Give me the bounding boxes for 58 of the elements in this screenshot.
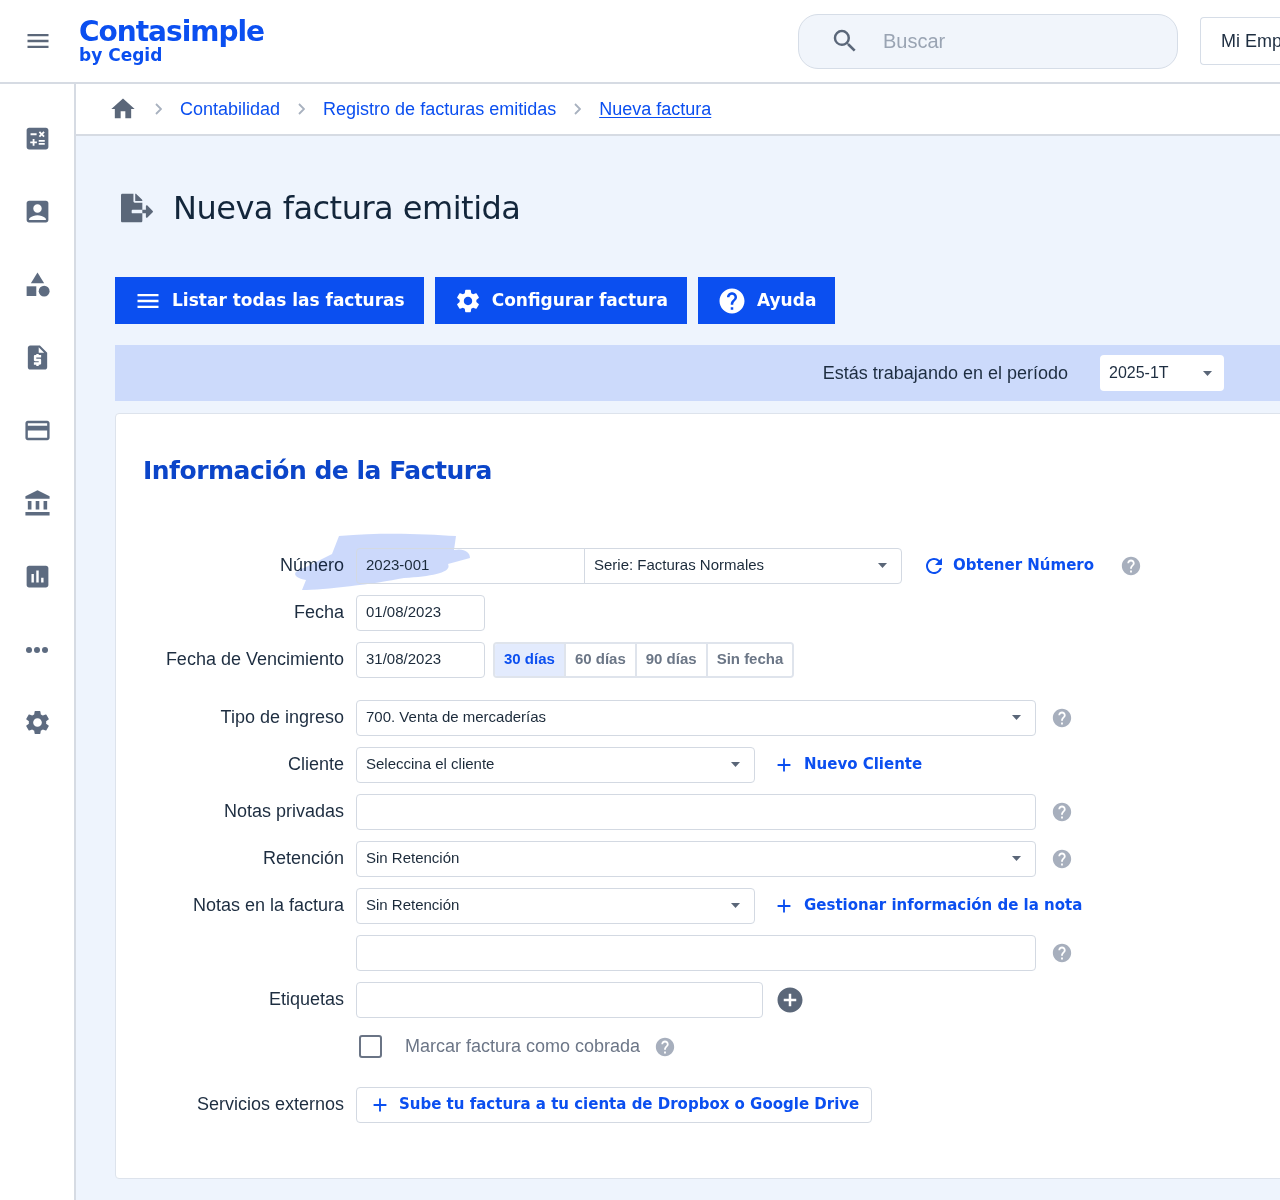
select-field[interactable]: Sin Retención <box>356 840 1036 877</box>
due-option[interactable]: 30 días <box>495 643 564 676</box>
select-field[interactable]: 700. Venta de mercaderías <box>356 699 1036 736</box>
help-icon[interactable] <box>1051 941 1073 964</box>
tags-input[interactable] <box>356 981 763 1018</box>
breadcrumb-link[interactable]: Nueva factura <box>599 95 712 123</box>
text-input[interactable] <box>356 934 1036 971</box>
refresh-link[interactable]: Obtener Número <box>922 553 1095 578</box>
help-icon[interactable] <box>1051 706 1073 729</box>
dropdown-caret-icon <box>1012 715 1021 720</box>
search-field[interactable]: Buscar <box>798 13 1178 69</box>
field-label: Fecha <box>293 601 344 624</box>
period-select[interactable]: 2025-1T <box>1100 355 1224 391</box>
help-icon[interactable] <box>1051 847 1073 870</box>
upload-button[interactable]: Sube tu factura a tu cienta de Dropbox o Google Drive <box>356 1086 873 1123</box>
chevron-icon <box>155 103 162 115</box>
dropdown-caret-icon <box>1012 856 1021 861</box>
breadcrumb-link[interactable]: Registro de facturas emitidas <box>323 95 557 123</box>
help-icon[interactable] <box>1120 554 1143 577</box>
card-title: Información de la Factura <box>143 455 493 487</box>
due-option[interactable]: Sin fecha <box>705 643 793 676</box>
date-input[interactable]: 01/08/2023 <box>356 594 485 631</box>
text-input[interactable] <box>356 793 1036 830</box>
breadcrumb-link[interactable]: Contabilidad <box>180 95 281 123</box>
field-label: Fecha de Vencimiento <box>165 648 344 671</box>
select-field[interactable]: Seleccina el cliente <box>356 746 755 783</box>
chevron-icon <box>574 103 582 115</box>
add-link[interactable]: Nuevo Cliente <box>773 753 923 776</box>
field-label: Número <box>279 554 344 577</box>
help-icon[interactable] <box>654 1035 677 1058</box>
field-label: Etiquetas <box>268 988 344 1011</box>
select-field[interactable]: Sin Retención <box>356 887 755 924</box>
bank-icon <box>22 489 52 518</box>
field-label: Retención <box>262 847 344 870</box>
field-label: Notas privadas <box>223 800 344 823</box>
dropdown-caret-icon <box>878 563 887 568</box>
toolbar-button[interactable]: Configurar factura <box>434 277 687 324</box>
toolbar-button[interactable]: Listar todas las facturas <box>115 277 424 324</box>
checkbox[interactable] <box>359 1035 382 1058</box>
chevron-icon <box>298 103 306 115</box>
dropdown-caret-icon <box>731 762 740 767</box>
select-field[interactable]: Serie: Facturas Normales <box>584 547 902 584</box>
help-icon[interactable] <box>1051 800 1073 823</box>
add-link[interactable]: Gestionar información de la nota <box>773 894 1083 917</box>
more-icon <box>26 646 48 653</box>
field-label: Cliente <box>287 753 344 776</box>
checkbox-label: Marcar factura como cobrada <box>405 1035 641 1058</box>
dropdown-caret-icon <box>731 903 740 908</box>
page-title: Nueva factura emitida <box>173 188 521 229</box>
field-label: Tipo de ingreso <box>220 706 344 729</box>
period-label: Estás trabajando en el período <box>822 361 1068 385</box>
logo-subtitle: by Cegid <box>79 47 163 64</box>
field-label: Servicios externos <box>196 1093 344 1116</box>
date-input[interactable]: 31/08/2023 <box>356 641 485 678</box>
field-label: Notas en la factura <box>192 894 344 917</box>
number-input[interactable]: 2023-001 <box>356 547 585 584</box>
toolbar-button[interactable]: Ayuda <box>698 277 836 324</box>
dropdown-caret-icon <box>1203 370 1212 376</box>
